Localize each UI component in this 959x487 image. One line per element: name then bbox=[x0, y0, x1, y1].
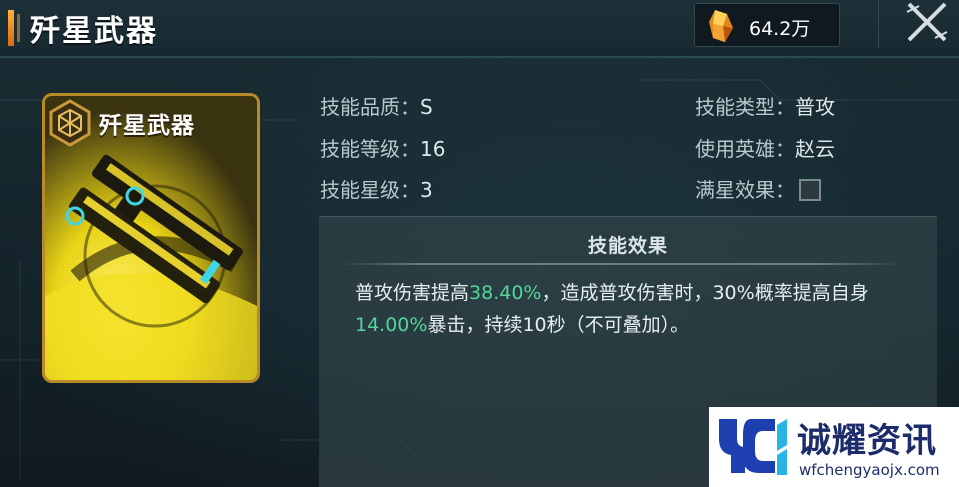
watermark-url: wfchengyaojx.com bbox=[799, 461, 940, 479]
skill-star-row: 技能星级：3 bbox=[320, 174, 433, 203]
skill-level-value: 16 bbox=[420, 137, 446, 161]
hexagon-emblem-icon bbox=[49, 99, 91, 147]
effect-value-highlight: 38.40% bbox=[469, 282, 542, 304]
close-button[interactable] bbox=[878, 0, 959, 48]
skill-star-value: 3 bbox=[420, 178, 433, 202]
full-star-label: 满星效果： bbox=[695, 178, 795, 202]
weapon-card[interactable]: 歼星武器 bbox=[42, 93, 260, 383]
skill-type-row: 技能类型：普攻 bbox=[695, 91, 835, 120]
skill-effect-title: 技能效果 bbox=[587, 235, 668, 257]
skill-effect-description: 普攻伤害提高38.40%，造成普攻伤害时，30%概率提高自身 14.00%暴击，持… bbox=[355, 277, 915, 341]
hero-row: 使用英雄：赵云 bbox=[695, 133, 835, 162]
hero-label: 使用英雄： bbox=[695, 137, 795, 161]
skill-quality-label: 技能品质： bbox=[320, 95, 420, 119]
full-star-row: 满星效果： bbox=[695, 174, 821, 203]
full-star-checkbox[interactable] bbox=[799, 179, 821, 201]
header-accent-bar-secondary bbox=[17, 14, 20, 42]
currency-value: 64.2万 bbox=[749, 18, 811, 40]
skill-quality-value: S bbox=[420, 95, 433, 119]
close-icon bbox=[906, 2, 948, 42]
skill-level-label: 技能等级： bbox=[320, 137, 420, 161]
skill-quality-row: 技能品质：S bbox=[320, 91, 433, 120]
effect-text-part: ，造成普攻伤害时，30%概率提高自身 bbox=[541, 282, 869, 304]
watermark: 诚耀资讯 wfchengyaojx.com bbox=[709, 407, 959, 487]
hero-value: 赵云 bbox=[795, 137, 835, 161]
card-title: 歼星武器 bbox=[99, 112, 195, 139]
effect-text-part: 普攻伤害提高 bbox=[355, 282, 470, 304]
crystal-shard-icon bbox=[709, 10, 733, 42]
divider bbox=[341, 263, 901, 265]
effect-text-part: 暴击，持续10秒（不可叠加）。 bbox=[427, 314, 690, 336]
skill-star-label: 技能星级： bbox=[320, 178, 420, 202]
watermark-name: 诚耀资讯 bbox=[797, 421, 937, 461]
skill-level-row: 技能等级：16 bbox=[320, 133, 445, 162]
page-title: 歼星武器 bbox=[30, 14, 158, 49]
header-bar: 歼星武器 64.2万 bbox=[0, 0, 959, 58]
skill-type-value: 普攻 bbox=[795, 95, 835, 119]
watermark-logo bbox=[719, 419, 787, 475]
skill-type-label: 技能类型： bbox=[695, 95, 795, 119]
effect-value-highlight: 14.00% bbox=[355, 314, 428, 336]
header-accent-bar bbox=[8, 10, 14, 46]
currency-display[interactable]: 64.2万 bbox=[694, 3, 840, 47]
